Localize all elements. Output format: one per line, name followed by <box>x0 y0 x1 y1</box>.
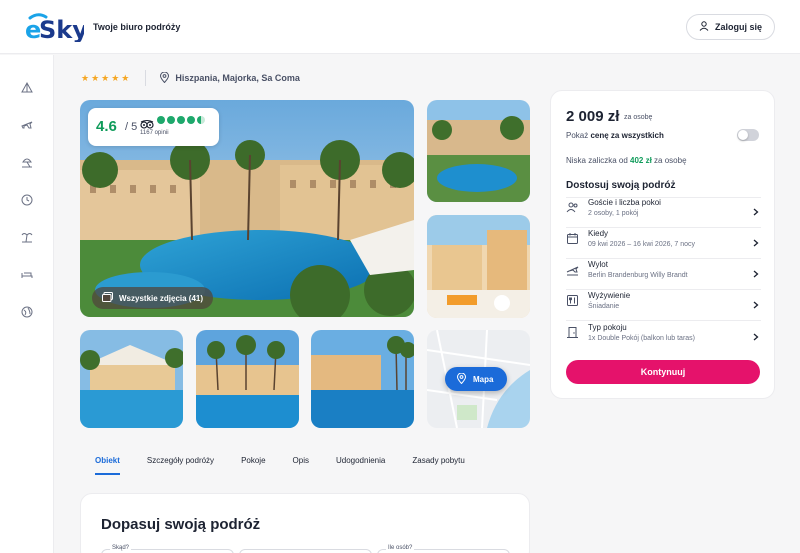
rating-score: 4.6 <box>96 118 117 135</box>
option-title: Goście i liczba pokoi <box>588 198 661 207</box>
origin-label: Skąd? <box>110 545 132 551</box>
esky-logo[interactable]: e Sky <box>24 12 88 44</box>
continue-button[interactable]: Kontynuuj <box>566 360 760 384</box>
price-value: 2 009 zł <box>566 108 620 125</box>
divider <box>566 227 761 228</box>
chevron-right-icon <box>753 203 759 221</box>
option-subtitle: 1x Double Pokój (balkon lub taras) <box>588 335 696 342</box>
rating-bubble <box>187 116 195 124</box>
divider <box>566 258 761 259</box>
gallery-photo[interactable] <box>427 100 530 202</box>
show-total-price-label: Pokaż cenę za wszystkich <box>566 131 664 140</box>
chevron-right-icon <box>753 328 759 346</box>
customize-title: Dostosuj swoją podróż <box>566 180 676 191</box>
top-bar: e Sky Twoje biuro podróży Zaloguj się <box>0 0 800 54</box>
detail-tabs: Obiekt Szczegóły podróży Pokoje Opis Udo… <box>81 450 531 475</box>
globe-icon[interactable] <box>19 304 35 320</box>
hotel-location[interactable]: Hiszpania, Majorka, Sa Coma <box>160 71 300 85</box>
show-total-toggle[interactable] <box>737 129 759 141</box>
user-icon <box>699 21 709 33</box>
calendar-icon <box>566 232 579 245</box>
option-title: Wyżywienie <box>588 291 631 300</box>
hotel-stars: ★★★★★ <box>81 72 132 83</box>
origin-field[interactable]: Skąd? <box>101 545 234 553</box>
guests-label: Ile osób? <box>386 545 415 551</box>
deposit-suffix: za osobę <box>651 156 687 165</box>
rating-bubble <box>157 116 165 124</box>
adjust-trip-title: Dopasuj swoją podróż <box>101 516 261 533</box>
chevron-right-icon <box>753 296 759 314</box>
beach-icon[interactable] <box>19 154 35 170</box>
rating-card[interactable]: 4.6 / 5 1167 opinii <box>88 108 219 146</box>
bed-icon[interactable] <box>19 267 35 283</box>
review-count: 1167 opinii <box>140 130 169 136</box>
tab-obiekt[interactable]: Obiekt <box>95 450 120 475</box>
tagline: Twoje biuro podróży <box>93 22 181 32</box>
show-total-prefix: Pokaż <box>566 131 591 140</box>
divider <box>566 320 761 321</box>
gallery-photo[interactable] <box>80 330 183 428</box>
chevron-right-icon <box>753 265 759 283</box>
option-subtitle: 2 osoby, 1 pokój <box>588 210 639 217</box>
tab-opis[interactable]: Opis <box>293 450 309 475</box>
rating-bubble <box>167 116 175 124</box>
deposit-info: Niska zaliczka od 402 zł za osobę <box>566 156 687 165</box>
adjust-trip-box: Dopasuj swoją podróż Skąd? Ile osób? <box>80 493 530 553</box>
location-text: Hiszpania, Majorka, Sa Coma <box>175 73 300 83</box>
login-label: Zaloguj się <box>714 22 762 32</box>
palm-icon[interactable] <box>19 229 35 245</box>
date-field[interactable] <box>239 549 372 553</box>
gallery-icon <box>102 292 113 304</box>
tab-szczegoly-podrozy[interactable]: Szczegóły podróży <box>147 450 214 475</box>
option-title: Typ pokoju <box>588 323 627 332</box>
all-photos-label: Wszystkie zdjęcia (41) <box>119 293 204 303</box>
sidebar <box>0 55 54 553</box>
plane-takeoff-icon <box>566 263 579 276</box>
rating-max: / 5 <box>125 121 138 133</box>
option-room-type[interactable]: Typ pokoju 1x Double Pokój (balkon lub t… <box>566 323 761 349</box>
hotel-meta: ★★★★★ Hiszpania, Majorka, Sa Coma <box>81 70 300 86</box>
show-total-bold: cenę za wszystkich <box>590 131 664 140</box>
rating-bubble-half <box>197 116 205 124</box>
option-title: Wylot <box>588 260 608 269</box>
login-button[interactable]: Zaloguj się <box>685 14 775 40</box>
tab-zasady-pobytu[interactable]: Zasady pobytu <box>412 450 464 475</box>
option-flight[interactable]: Wylot Berlin Brandenburg Willy Brandt <box>566 260 761 286</box>
gallery-photo[interactable] <box>427 215 530 318</box>
guests-field[interactable]: Ile osób? <box>377 545 510 553</box>
map-button[interactable]: Mapa <box>445 367 508 391</box>
svg-text:Sky: Sky <box>39 16 84 42</box>
tent-icon[interactable] <box>19 79 35 95</box>
chevron-right-icon <box>753 234 759 252</box>
divider <box>566 289 761 290</box>
option-subtitle: 09 kwi 2026 – 16 kwi 2026, 7 nocy <box>588 241 696 248</box>
plane-icon[interactable] <box>19 117 35 133</box>
rating-bubbles <box>157 116 205 124</box>
all-photos-button[interactable]: Wszystkie zdjęcia (41) <box>92 287 214 309</box>
option-title: Kiedy <box>588 229 609 238</box>
deposit-amount: 402 zł <box>630 156 652 165</box>
rating-bubble <box>177 116 185 124</box>
map-pin-icon <box>456 372 467 386</box>
tab-udogodnienia[interactable]: Udogodnienia <box>336 450 385 475</box>
gallery-photo[interactable] <box>196 330 299 428</box>
option-dates[interactable]: Kiedy 09 kwi 2026 – 16 kwi 2026, 7 nocy <box>566 229 761 255</box>
price-card: 2 009 zł za osobę Pokaż cenę za wszystki… <box>550 90 775 399</box>
option-guests[interactable]: Goście i liczba pokoi 2 osoby, 1 pokój <box>566 198 761 224</box>
meal-icon <box>566 294 579 307</box>
clock-icon[interactable] <box>19 192 35 208</box>
gallery-photo[interactable] <box>311 330 414 428</box>
divider <box>145 70 147 86</box>
option-meals[interactable]: Wyżywienie Śniadanie <box>566 291 761 317</box>
guests-icon <box>566 201 579 214</box>
price-per-person: za osobę <box>624 114 653 121</box>
location-pin-icon <box>160 71 170 85</box>
option-subtitle: Śniadanie <box>588 303 620 310</box>
map-label: Mapa <box>473 374 494 384</box>
door-icon <box>566 326 579 339</box>
option-subtitle: Berlin Brandenburg Willy Brandt <box>588 272 688 279</box>
tab-pokoje[interactable]: Pokoje <box>241 450 265 475</box>
deposit-prefix: Niska zaliczka od <box>566 156 631 165</box>
